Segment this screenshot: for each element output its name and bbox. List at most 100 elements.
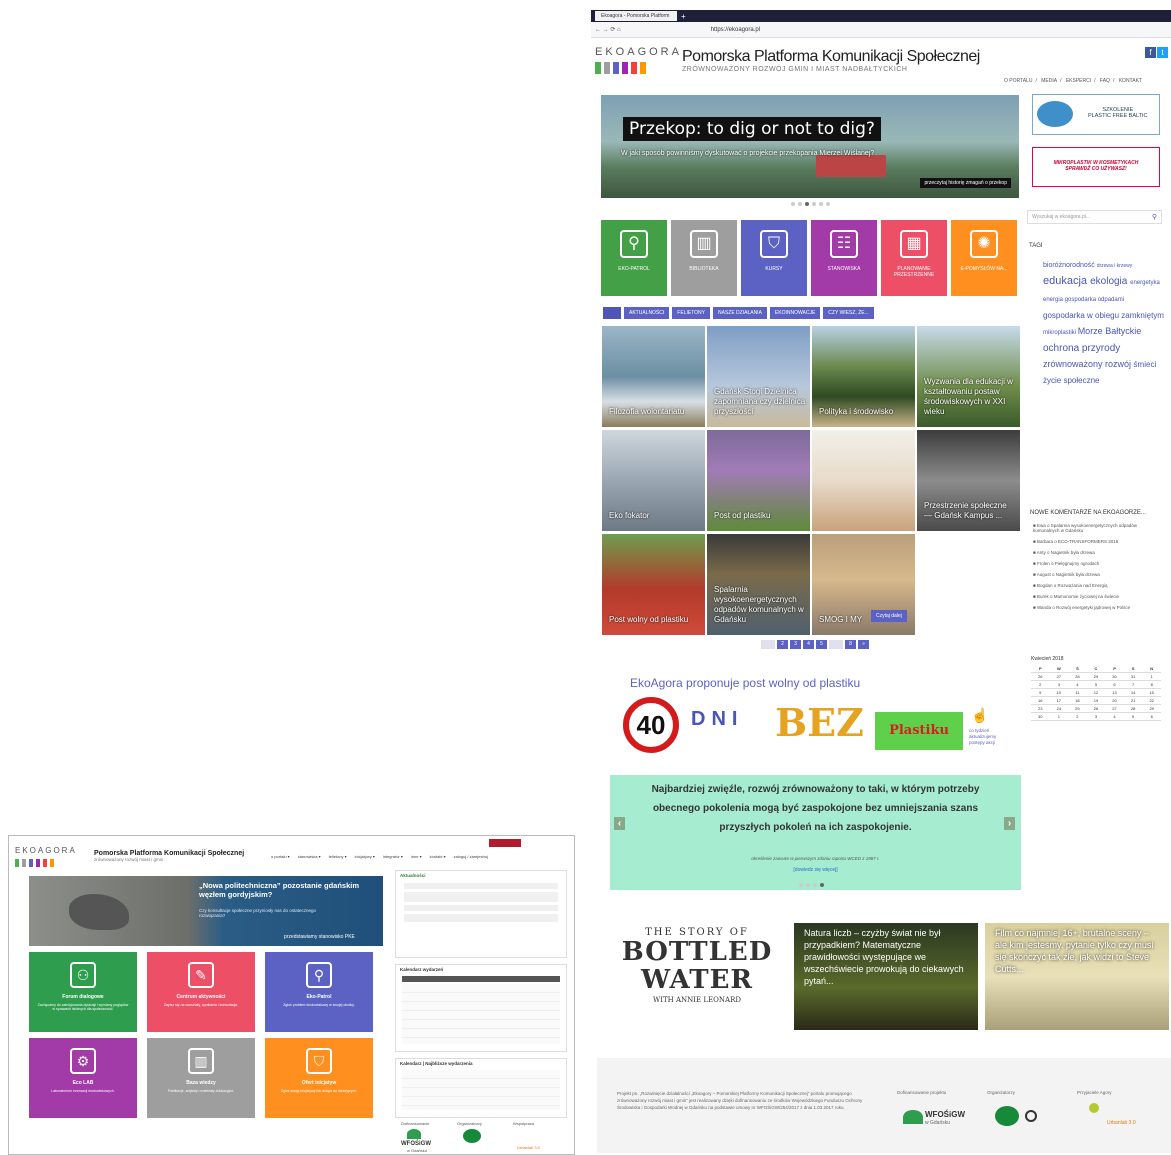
calendar-day[interactable]: 19 — [1086, 696, 1106, 705]
calendar-day[interactable]: 5 — [1086, 680, 1106, 689]
slider-dot[interactable] — [806, 883, 810, 887]
calendar-day[interactable]: 29 — [1086, 672, 1106, 681]
calendar-day[interactable]: 2 — [1068, 712, 1087, 721]
calendar-day[interactable]: 3 — [1049, 680, 1069, 689]
tag-link[interactable]: ekologia — [1090, 276, 1130, 287]
tag-link[interactable]: energetyka — [1130, 280, 1160, 286]
calendar-day[interactable]: 27 — [1049, 672, 1069, 681]
left-nav-item[interactable]: o portalu ▾ — [271, 854, 290, 859]
quote-next-arrow-icon[interactable]: › — [1004, 817, 1015, 830]
calendar-day[interactable]: 6 — [1105, 680, 1124, 689]
url-field[interactable]: https://ekoagora.pl — [711, 27, 760, 33]
tag-link[interactable]: ochrona przyrody — [1043, 343, 1120, 354]
left-nav-item[interactable]: inne ▾ — [411, 854, 422, 859]
search-box[interactable]: Wyszukaj w ekoagora.pl... ⚲ — [1027, 210, 1162, 224]
comment-item[interactable]: ■ Bogdan o Rozważania nad Energią — [1033, 583, 1161, 588]
tag-link[interactable]: śmieci — [1134, 360, 1157, 369]
quote-prev-arrow-icon[interactable]: ‹ — [614, 817, 625, 830]
article-tile[interactable]: Filozofia wolontariatu — [602, 326, 705, 427]
article-tile[interactable]: Polityka i środowisko — [812, 326, 915, 427]
comment-item[interactable]: ■ Frolen o Pielęgnujmy ogrodach — [1033, 561, 1161, 566]
left-tile[interactable]: ⚲ Eko-Patrol Zgłoś problem środowiskowy w … — [265, 952, 373, 1032]
calendar-day[interactable]: 12 — [1086, 688, 1106, 697]
left-news-item[interactable] — [404, 905, 558, 911]
left-hero-slider[interactable]: „Nowa politechniczna” pozostanie gdański… — [29, 876, 383, 946]
article-tile[interactable]: Przestrzenie społeczne — Gdańsk Kampus .… — [917, 430, 1020, 531]
tag-link[interactable]: gospodarka w obiegu zamkniętym — [1043, 311, 1164, 320]
page-link[interactable]: 5 — [816, 640, 827, 649]
calendar-day[interactable]: 30 — [1031, 712, 1050, 721]
page-link[interactable]: » — [858, 640, 869, 649]
left-news-item[interactable] — [404, 914, 558, 922]
feature-tile-biblioteka[interactable]: ▥ BIBLIOTEKA — [671, 220, 737, 296]
tag-link[interactable]: bioróżnorodność — [1043, 262, 1097, 269]
left-nav-item[interactable]: inicjatywy ▾ — [355, 854, 375, 859]
video-steve-cutts[interactable]: Film co najmniej 16+, brutalne sceny – a… — [985, 923, 1169, 1030]
page-link[interactable]: 4 — [803, 640, 814, 649]
left-tile[interactable]: ⚙ Eco LAB Laboratorium innowacji środowisk… — [29, 1038, 137, 1118]
calendar-day[interactable]: 30 — [1105, 672, 1124, 681]
calendar-day[interactable]: 20 — [1105, 696, 1124, 705]
left-news-item[interactable] — [404, 883, 558, 889]
feature-tile-planowanie-przestrzenne[interactable]: ▦ PLANOWANIE PRZESTRZENNE — [881, 220, 947, 296]
left-nav-item[interactable]: stanowiska ▾ — [298, 854, 321, 859]
nav-arrows-icon[interactable]: ← → ⟳ ⌂ — [595, 26, 621, 33]
comment-item[interactable]: ■ Ewa o Spalarnia wysokoenergetycznych o… — [1033, 523, 1161, 533]
page-link[interactable] — [761, 640, 775, 649]
article-tile[interactable]: Post od plastiku — [707, 430, 810, 531]
calendar-day[interactable]: 25 — [1068, 704, 1087, 713]
article-tile[interactable]: Wyzwania dla edukacji w kształtowaniu po… — [917, 326, 1020, 427]
comment-item[interactable]: ■ Burek o Mamonomie życiowej na świecie — [1033, 594, 1161, 599]
tag-link[interactable]: edukacja — [1043, 275, 1090, 287]
category-tab[interactable]: CZY WIESZ, ŻE... — [823, 307, 874, 319]
site-logo[interactable]: EKOAGORA — [595, 46, 682, 74]
calendar-day[interactable]: 2 — [1031, 680, 1050, 689]
calendar-day[interactable]: 3 — [1086, 712, 1106, 721]
tag-link[interactable]: drzewa i krzewy — [1097, 263, 1133, 269]
category-tab[interactable]: FELIETONY — [672, 307, 710, 319]
left-hero-more[interactable]: przedstawiamy stanowisko PKE — [284, 934, 355, 940]
comment-item[interactable]: ■ Wanda o Rozwój energetyki jądrowej w P… — [1033, 605, 1161, 610]
category-tab[interactable]: EKOINNOWACJE — [769, 307, 821, 319]
video-nature-numbers[interactable]: Natura liczb – czyżby świat nie był przy… — [794, 923, 978, 1030]
calendar-day[interactable]: 4 — [1105, 712, 1124, 721]
calendar-day[interactable]: 22 — [1142, 696, 1161, 705]
calendar-day[interactable]: 13 — [1105, 688, 1124, 697]
article-tile[interactable] — [812, 430, 915, 531]
browser-tab[interactable]: Ekoagora - Pomorska Platform — [595, 11, 677, 21]
left-tile[interactable]: ⛉ Ofert inicjatyw Zgłoś swoją inicjatywę l… — [265, 1038, 373, 1118]
left-tile[interactable]: ⚇ Forum dialogowe Zachęcamy do zainicjowan… — [29, 952, 137, 1032]
slider-dot[interactable] — [813, 883, 817, 887]
left-tile[interactable]: ▥ Baza wiedzy Publikacje, artykuły i mater… — [147, 1038, 255, 1118]
tag-link[interactable]: zrównoważony rozwój — [1043, 359, 1134, 369]
slider-dot[interactable] — [819, 202, 823, 206]
calendar-day[interactable]: 4 — [1068, 680, 1087, 689]
facebook-icon[interactable]: f — [1145, 47, 1156, 58]
left-nav-item[interactable]: zaloguj / zarejestruj — [454, 854, 488, 859]
hero-slider[interactable]: Przekop: to dig or not to dig? W jaki sp… — [601, 95, 1019, 198]
calendar-day[interactable]: 11 — [1068, 688, 1087, 697]
calendar-day[interactable]: 1 — [1142, 672, 1161, 681]
slider-dot[interactable] — [820, 883, 824, 887]
nav-item-media[interactable]: MEDIA — [1041, 78, 1057, 84]
calendar-day[interactable]: 7 — [1123, 680, 1143, 689]
calendar-day[interactable]: 26 — [1086, 704, 1106, 713]
slider-dot[interactable] — [798, 202, 802, 206]
search-input[interactable]: Wyszukaj w ekoagora.pl... — [1032, 214, 1090, 220]
left-news-item[interactable] — [404, 892, 558, 902]
calendar-day[interactable]: 17 — [1049, 696, 1069, 705]
page-link[interactable]: 2 — [777, 640, 788, 649]
nav-item-about[interactable]: O PORTALU — [1004, 78, 1032, 84]
left-logo[interactable]: EKOAGORA — [15, 846, 77, 867]
video-bottled-water[interactable]: THE STORY OF BOTTLED WATER WITH ANNIE LE… — [604, 923, 790, 1030]
calendar-day[interactable]: 6 — [1142, 712, 1161, 721]
slider-dot[interactable] — [791, 202, 795, 206]
calendar-day[interactable]: 14 — [1123, 688, 1143, 697]
quote-link[interactable]: [dowiedz się więcej] — [610, 861, 1021, 880]
left-tile[interactable]: ✎ Centrum aktywności Zapisz się na warszta… — [147, 952, 255, 1032]
calendar-day[interactable]: 24 — [1049, 704, 1069, 713]
article-tile[interactable]: Gdańsk Stogi Dzielnica zapomniana czy dz… — [707, 326, 810, 427]
calendar-day[interactable]: 28 — [1123, 704, 1143, 713]
left-nav-item[interactable]: kontakt ▾ — [430, 854, 446, 859]
feature-tile-e-pomys-w-na-[interactable]: ✺ E-POMYSŁÓW NA... — [951, 220, 1017, 296]
